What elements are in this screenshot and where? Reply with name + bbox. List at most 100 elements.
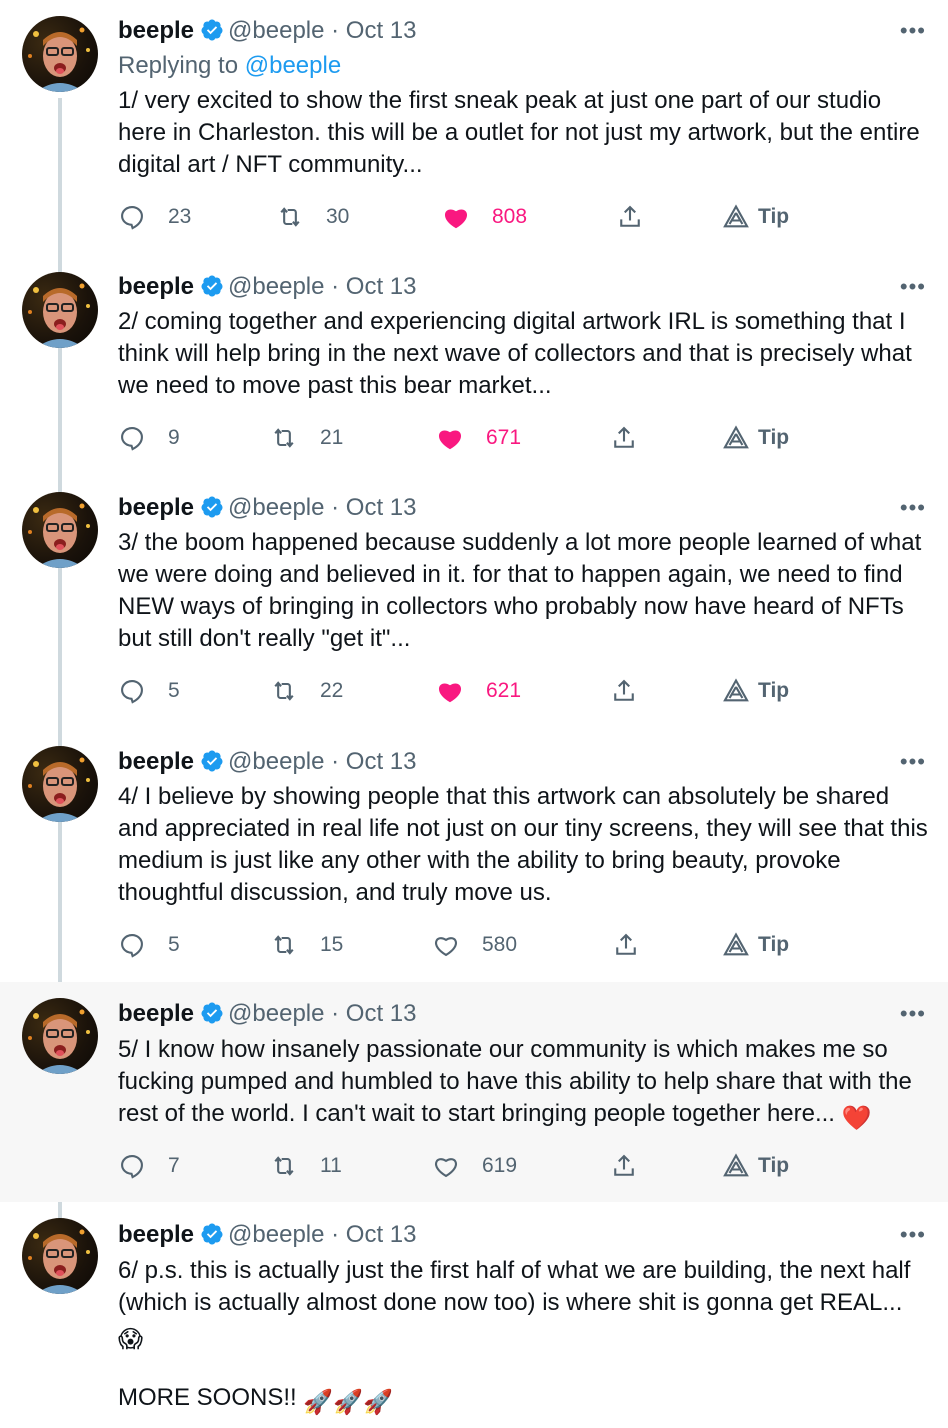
- reply-button[interactable]: 9: [118, 420, 180, 456]
- reply-button[interactable]: 23: [118, 199, 191, 235]
- share-button[interactable]: [610, 1148, 660, 1184]
- verified-badge-icon: [201, 1223, 223, 1245]
- tip-label: Tip: [758, 205, 790, 228]
- more-options-icon[interactable]: •••: [900, 1218, 926, 1252]
- avatar[interactable]: [22, 272, 98, 348]
- author-name[interactable]: beeple: [118, 748, 194, 775]
- verified-badge-icon: [201, 275, 223, 297]
- avatar-image: [28, 757, 90, 822]
- retweet-button[interactable]: 22: [270, 673, 343, 709]
- tweet-6[interactable]: beeple @beeple · Oct 13 ••• 6/ p.s. this …: [0, 1202, 948, 1428]
- retweet-button[interactable]: 21: [270, 420, 343, 456]
- retweet-icon: [274, 935, 294, 955]
- retweet-button[interactable]: 11: [270, 1148, 342, 1184]
- author-name[interactable]: beeple: [118, 494, 194, 521]
- like-button[interactable]: 671: [436, 420, 521, 456]
- tip-button[interactable]: Tip: [722, 420, 789, 456]
- like-button[interactable]: 621: [436, 673, 521, 709]
- author-handle[interactable]: @beeple: [228, 494, 324, 521]
- share-button[interactable]: [610, 673, 660, 709]
- tweet-text-content: 5/ I know how insanely passionate our co…: [118, 1036, 912, 1127]
- author-name[interactable]: beeple: [118, 1221, 194, 1248]
- share-button[interactable]: [610, 420, 660, 456]
- heart-filled-icon: [438, 683, 462, 703]
- tip-label: Tip: [758, 426, 790, 449]
- avatar[interactable]: [22, 746, 98, 822]
- reply-button[interactable]: 5: [118, 927, 180, 963]
- author-handle[interactable]: @beeple: [228, 1221, 324, 1248]
- tweet-date[interactable]: Oct 13: [346, 17, 417, 44]
- tweet-text-content: 6/ p.s. this is actually just the first …: [118, 1257, 911, 1316]
- tweet-4[interactable]: beeple @beeple · Oct 13 ••• 4/ I believe …: [0, 730, 948, 982]
- tweet-date[interactable]: Oct 13: [346, 748, 417, 775]
- author-handle[interactable]: @beeple: [228, 273, 324, 300]
- more-options-icon[interactable]: •••: [900, 745, 926, 779]
- tweet-actions: 23 30 808 Tip: [118, 199, 818, 235]
- avatar[interactable]: [22, 16, 98, 92]
- author-name[interactable]: beeple: [118, 273, 194, 300]
- like-button[interactable]: 808: [442, 199, 527, 235]
- tweet-5[interactable]: beeple @beeple · Oct 13 ••• 5/ I know how…: [0, 982, 948, 1202]
- tweet-date[interactable]: Oct 13: [346, 494, 417, 521]
- verified-badge-icon: [201, 1002, 223, 1024]
- share-icon: [614, 1154, 634, 1176]
- tweet-date[interactable]: Oct 13: [346, 273, 417, 300]
- tip-label: Tip: [758, 933, 790, 956]
- tip-button[interactable]: Tip: [722, 1148, 789, 1184]
- tip-button[interactable]: Tip: [722, 199, 789, 235]
- tweet-text: 2/ coming together and experiencing digi…: [118, 308, 912, 399]
- more-options-icon[interactable]: •••: [900, 491, 926, 525]
- share-button[interactable]: [616, 199, 666, 235]
- verified-badge-icon: [201, 750, 223, 772]
- author-name[interactable]: beeple: [118, 17, 194, 44]
- replying-handle-link[interactable]: @beeple: [245, 52, 341, 79]
- tip-button[interactable]: Tip: [722, 673, 789, 709]
- retweet-icon: [280, 207, 300, 227]
- more-options-icon[interactable]: •••: [900, 270, 926, 304]
- tweet-text-content-2: MORE SOONS!!: [118, 1384, 297, 1411]
- like-button[interactable]: 619: [432, 1148, 517, 1184]
- tweet-3[interactable]: beeple @beeple · Oct 13 ••• 3/ the boom h…: [0, 476, 948, 730]
- avatar[interactable]: [22, 492, 98, 568]
- retweet-count: 11: [320, 1154, 342, 1177]
- author-handle[interactable]: @beeple: [228, 748, 324, 775]
- tip-icon: [723, 932, 749, 956]
- share-icon: [616, 933, 636, 955]
- like-button[interactable]: 580: [432, 927, 517, 963]
- avatar[interactable]: [22, 998, 98, 1074]
- more-options-icon[interactable]: •••: [900, 14, 926, 48]
- reply-count: 23: [168, 205, 192, 228]
- tweet-actions: 5 22 621 Tip: [118, 673, 818, 709]
- avatar[interactable]: [22, 1218, 98, 1294]
- like-count: 619: [482, 1154, 518, 1177]
- reply-count: 7: [168, 1154, 180, 1177]
- reply-count: 9: [168, 426, 180, 449]
- tweet-text: 4/ I believe by showing people that this…: [118, 783, 928, 906]
- reply-button[interactable]: 5: [118, 673, 180, 709]
- retweet-button[interactable]: 15: [270, 927, 343, 963]
- tweet-actions: 7 11 619 Tip: [118, 1148, 818, 1184]
- tweet-1[interactable]: beeple @beeple · Oct 13 ••• Replying to @…: [0, 0, 948, 256]
- tweet-header: beeple @beeple · Oct 13: [118, 491, 928, 525]
- avatar-image: [28, 1229, 90, 1294]
- author-handle[interactable]: @beeple: [228, 17, 324, 44]
- tip-button[interactable]: Tip: [722, 927, 789, 963]
- tip-icon: [723, 678, 749, 702]
- more-options-icon[interactable]: •••: [900, 997, 926, 1031]
- separator: ·: [324, 494, 346, 521]
- avatar-image: [28, 283, 90, 348]
- rocket-emoji: 🚀🚀🚀: [303, 1389, 394, 1416]
- tweet-text: 5/ I know how insanely passionate our co…: [118, 1034, 928, 1135]
- avatar-image: [28, 503, 90, 568]
- author-name[interactable]: beeple: [118, 1000, 194, 1027]
- share-button[interactable]: [612, 927, 662, 963]
- retweet-icon: [274, 428, 294, 448]
- tweet-date[interactable]: Oct 13: [346, 1221, 417, 1248]
- share-icon: [614, 679, 634, 701]
- tweet-2[interactable]: beeple @beeple · Oct 13 ••• 2/ coming tog…: [0, 256, 948, 476]
- retweet-button[interactable]: 30: [276, 199, 349, 235]
- tweet-text-line-2: MORE SOONS!! 🚀🚀🚀: [118, 1382, 928, 1419]
- tweet-date[interactable]: Oct 13: [346, 1000, 417, 1027]
- author-handle[interactable]: @beeple: [228, 1000, 324, 1027]
- reply-button[interactable]: 7: [118, 1148, 180, 1184]
